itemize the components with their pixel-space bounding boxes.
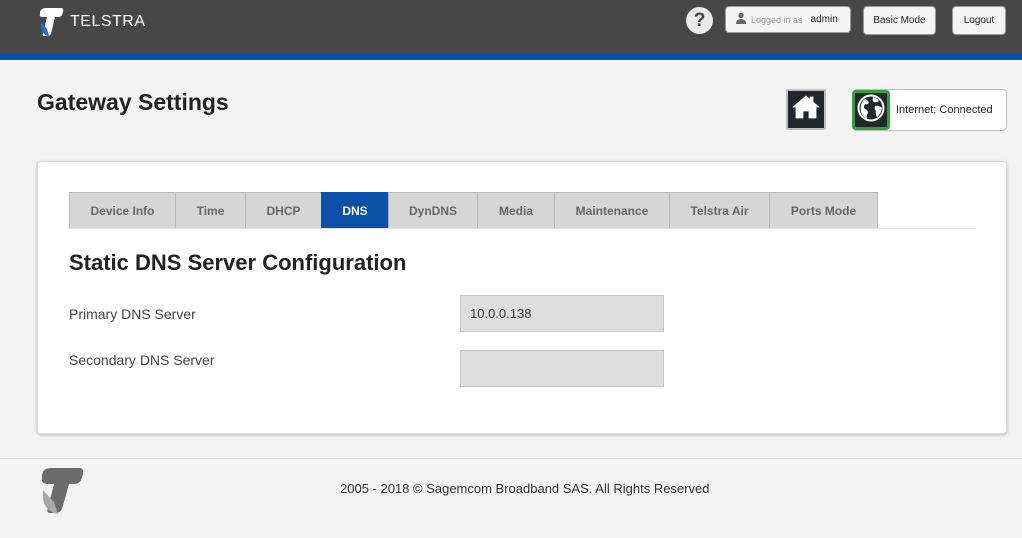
logged-in-label: Logged in as [751, 14, 803, 25]
basic-mode-button[interactable]: Basic Mode [863, 6, 936, 35]
tab-dns[interactable]: DNS [321, 192, 388, 229]
tab-device-info[interactable]: Device Info [69, 192, 175, 229]
section-title: Static DNS Server Configuration [69, 250, 407, 275]
tab-dyndns[interactable]: DynDNS [388, 192, 477, 229]
settings-tabs: Device Info Time DHCP DNS DynDNS Media M… [69, 192, 878, 229]
footer-divider [0, 458, 1022, 459]
user-info: Logged in as admin [725, 6, 851, 33]
tab-ports-mode[interactable]: Ports Mode [769, 192, 878, 229]
internet-status-text: Internet: Connected [896, 104, 993, 116]
tab-maintenance[interactable]: Maintenance [554, 192, 669, 229]
tab-time[interactable]: Time [175, 192, 245, 229]
home-button[interactable] [786, 89, 826, 130]
brand[interactable]: TELSTRA [38, 4, 146, 38]
primary-dns-input[interactable] [460, 295, 664, 332]
primary-dns-label: Primary DNS Server [69, 306, 196, 322]
tab-telstra-air[interactable]: Telstra Air [669, 192, 769, 229]
footer-copyright: 2005 - 2018 © Sagemcom Broadband SAS. Al… [340, 481, 710, 496]
logout-button[interactable]: Logout [952, 6, 1006, 35]
username: admin [810, 14, 838, 25]
tab-dhcp[interactable]: DHCP [245, 192, 321, 229]
settings-card: Device Info Time DHCP DNS DynDNS Media M… [37, 161, 1007, 434]
help-button[interactable]: ? [686, 7, 713, 34]
top-bar: TELSTRA ? Logged in as admin Basic Mode … [0, 0, 1022, 54]
top-bar-stripe [0, 54, 1022, 60]
secondary-dns-input[interactable] [460, 350, 664, 387]
tab-media[interactable]: Media [477, 192, 554, 229]
tab-divider [69, 228, 976, 229]
footer-telstra-logo-icon [38, 462, 86, 521]
globe-icon [857, 94, 885, 127]
internet-status[interactable]: Internet: Connected [852, 89, 1007, 131]
globe-icon-frame [852, 90, 890, 130]
telstra-logo-icon [38, 5, 64, 37]
user-icon [735, 11, 751, 29]
secondary-dns-label: Secondary DNS Server [69, 352, 215, 368]
page-title: Gateway Settings [37, 89, 229, 115]
brand-name: TELSTRA [70, 13, 146, 30]
home-icon [792, 94, 820, 125]
